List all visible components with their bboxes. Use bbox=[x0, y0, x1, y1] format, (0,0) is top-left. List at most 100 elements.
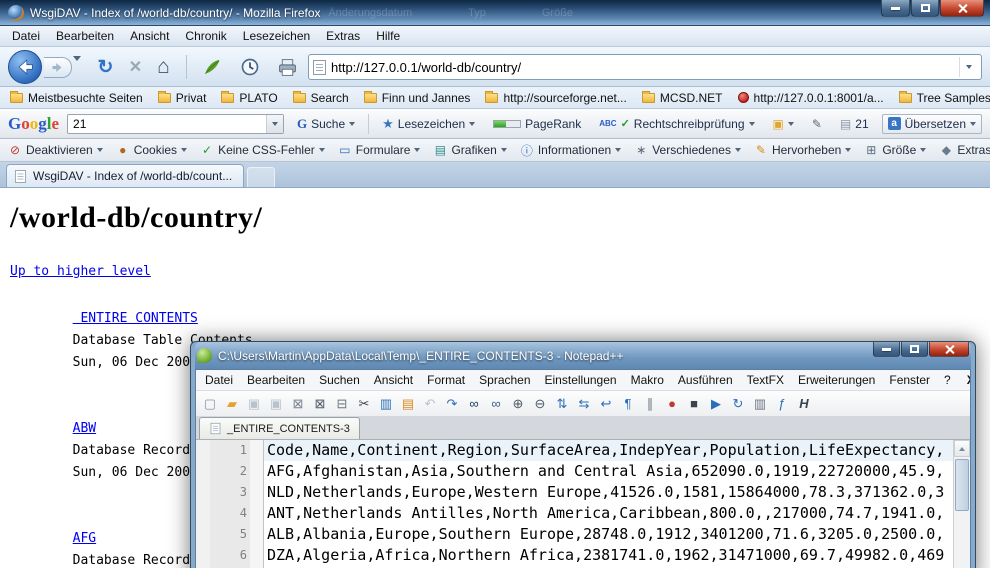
minimize-button[interactable] bbox=[881, 0, 910, 17]
word-wrap-icon[interactable]: ↩ bbox=[596, 394, 616, 414]
zoom-in-icon[interactable]: ⊕ bbox=[508, 394, 528, 414]
devbar-menu-button[interactable]: ✎ Hervorheben bbox=[754, 143, 851, 157]
menu-item[interactable]: Extras bbox=[318, 27, 368, 45]
devbar-menu-button[interactable]: ⊘ Deaktivieren bbox=[8, 143, 103, 157]
editor-area[interactable]: 123456 Code,Name,Continent,Region,Surfac… bbox=[196, 440, 970, 568]
vertical-scrollbar[interactable] bbox=[953, 440, 970, 568]
new-tab-button[interactable] bbox=[247, 167, 275, 187]
menu-item[interactable]: Ausführen bbox=[671, 371, 740, 389]
editor-line[interactable]: AFG,Afghanistan,Asia,Southern and Centra… bbox=[264, 461, 953, 482]
bookmark-item[interactable]: Tree Samples bbox=[899, 91, 990, 105]
macro-play-icon[interactable]: ▶ bbox=[706, 394, 726, 414]
maximize-button[interactable] bbox=[911, 0, 939, 17]
macro-record-icon[interactable]: ● bbox=[662, 394, 682, 414]
forward-button[interactable] bbox=[44, 57, 72, 78]
notepadpp-titlebar[interactable]: C:\Users\Martin\AppData\Local\Temp\_ENTI… bbox=[195, 342, 971, 369]
paste-icon[interactable]: ▤ bbox=[398, 394, 418, 414]
google-logo[interactable]: Google bbox=[8, 114, 59, 134]
sync-horizontal-icon[interactable]: ⇆ bbox=[574, 394, 594, 414]
edit-button[interactable]: ✎ bbox=[807, 115, 827, 133]
editor-line[interactable]: NLD,Netherlands,Europe,Western Europe,41… bbox=[264, 482, 953, 503]
menu-item[interactable]: Suchen bbox=[312, 371, 367, 389]
minimize-button[interactable] bbox=[873, 342, 900, 357]
menu-item[interactable]: Fenster bbox=[882, 371, 937, 389]
bookmark-item[interactable]: PLATO bbox=[221, 91, 277, 105]
doc-map-icon[interactable]: ▥ bbox=[750, 394, 770, 414]
menu-item[interactable]: Makro bbox=[624, 371, 671, 389]
document-close-button[interactable]: X bbox=[958, 371, 971, 389]
devbar-menu-button[interactable]: ● Cookies bbox=[116, 143, 187, 157]
save-icon[interactable]: ▣ bbox=[244, 394, 264, 414]
function-list-icon[interactable]: ƒ bbox=[772, 394, 792, 414]
google-search-button[interactable]: G Suche bbox=[292, 114, 360, 134]
reload-button[interactable]: ↻ bbox=[92, 54, 119, 80]
undo-icon[interactable]: ↶ bbox=[420, 394, 440, 414]
bookmark-item[interactable]: http://127.0.0.1:8001/a... bbox=[738, 91, 884, 105]
devbar-menu-button[interactable]: ✓ Keine CSS-Fehler bbox=[200, 143, 325, 157]
menu-item[interactable]: Ansicht bbox=[122, 27, 177, 45]
editor-line[interactable]: DZA,Algeria,Africa,Northern Africa,23817… bbox=[264, 545, 953, 566]
show-all-chars-icon[interactable]: ¶ bbox=[618, 394, 638, 414]
maximize-button[interactable] bbox=[901, 342, 928, 357]
devbar-menu-button[interactable]: ⓘ Informationen bbox=[520, 142, 621, 159]
scrollbar-thumb[interactable] bbox=[955, 459, 969, 511]
search-history-dropdown[interactable] bbox=[266, 115, 283, 133]
directory-entry-link[interactable]: ENTIRE CONTENTS bbox=[73, 308, 215, 330]
zoom-out-icon[interactable]: ⊖ bbox=[530, 394, 550, 414]
close-button[interactable] bbox=[940, 0, 984, 17]
translate-button[interactable]: a Übersetzen bbox=[882, 114, 982, 134]
devbar-menu-button[interactable]: ⊞ Größe bbox=[864, 143, 926, 157]
url-input[interactable] bbox=[331, 60, 954, 75]
pagerank-indicator[interactable]: PageRank bbox=[488, 115, 586, 133]
bookmark-item[interactable]: Privat bbox=[158, 91, 207, 105]
menu-item[interactable]: Datei bbox=[198, 371, 240, 389]
sync-vertical-icon[interactable]: ⇅ bbox=[552, 394, 572, 414]
editor-line[interactable]: Code,Name,Continent,Region,SurfaceArea,I… bbox=[264, 440, 953, 461]
menu-item[interactable]: Chronik bbox=[177, 27, 234, 45]
menu-item[interactable]: Datei bbox=[4, 27, 48, 45]
url-history-dropdown[interactable] bbox=[959, 57, 977, 77]
devbar-menu-button[interactable]: ∗ Verschiedenes bbox=[634, 143, 741, 157]
html-preview-icon[interactable]: H bbox=[794, 394, 814, 414]
google-search-input[interactable] bbox=[68, 117, 266, 131]
cut-icon[interactable]: ✂ bbox=[354, 394, 374, 414]
google-bookmarks-button[interactable]: ★ Lesezeichen bbox=[377, 114, 480, 134]
bookmark-item[interactable]: http://sourceforge.net... bbox=[485, 91, 626, 105]
menu-item[interactable]: Hilfe bbox=[368, 27, 408, 45]
save-all-icon[interactable]: ▣ bbox=[266, 394, 286, 414]
menu-item[interactable]: Sprachen bbox=[472, 371, 537, 389]
bookmark-item[interactable]: Search bbox=[293, 91, 349, 105]
close-file-icon[interactable]: ⊠ bbox=[288, 394, 308, 414]
back-button[interactable] bbox=[8, 50, 42, 84]
menu-item[interactable]: Erweiterungen bbox=[791, 371, 882, 389]
up-to-higher-level-link[interactable]: Up to higher level bbox=[10, 264, 151, 279]
bookmark-item[interactable]: Meistbesuchte Seiten bbox=[10, 91, 143, 105]
menu-item[interactable]: Einstellungen bbox=[538, 371, 624, 389]
open-file-icon[interactable]: ▰ bbox=[222, 394, 242, 414]
stop-button[interactable]: ✕ bbox=[122, 54, 149, 80]
macro-stop-icon[interactable]: ■ bbox=[684, 394, 704, 414]
scroll-up-button[interactable] bbox=[954, 440, 970, 457]
copy-icon[interactable]: ▥ bbox=[376, 394, 396, 414]
home-button[interactable]: ⌂ bbox=[150, 54, 177, 80]
menu-item[interactable]: TextFX bbox=[740, 371, 791, 389]
feather-addon-button[interactable] bbox=[198, 54, 225, 80]
back-history-dropdown[interactable] bbox=[73, 61, 81, 75]
devbar-menu-button[interactable]: ◆ Extras bbox=[939, 143, 990, 157]
menu-item[interactable]: ? bbox=[937, 371, 958, 389]
menu-item[interactable]: Bearbeiten bbox=[48, 27, 122, 45]
editor-line[interactable]: ANT,Netherlands Antilles,North America,C… bbox=[264, 503, 953, 524]
find-icon[interactable]: ∞ bbox=[464, 394, 484, 414]
menu-item[interactable]: Format bbox=[420, 371, 472, 389]
print-button[interactable] bbox=[274, 54, 301, 80]
close-button[interactable] bbox=[929, 342, 969, 357]
bookmark-item[interactable]: MCSD.NET bbox=[642, 91, 723, 105]
menu-item[interactable]: Lesezeichen bbox=[235, 27, 318, 45]
devbar-menu-button[interactable]: ▤ Grafiken bbox=[433, 143, 506, 157]
counter-chip[interactable]: ▤ 21 bbox=[835, 115, 874, 133]
active-tab[interactable]: WsgiDAV - Index of /world-db/count... bbox=[6, 164, 244, 187]
macro-run-multiple-icon[interactable]: ↻ bbox=[728, 394, 748, 414]
menu-item[interactable]: Bearbeiten bbox=[240, 371, 312, 389]
editor-line[interactable]: ALB,Albania,Europe,Southern Europe,28748… bbox=[264, 524, 953, 545]
replace-icon[interactable]: ∞ bbox=[486, 394, 506, 414]
